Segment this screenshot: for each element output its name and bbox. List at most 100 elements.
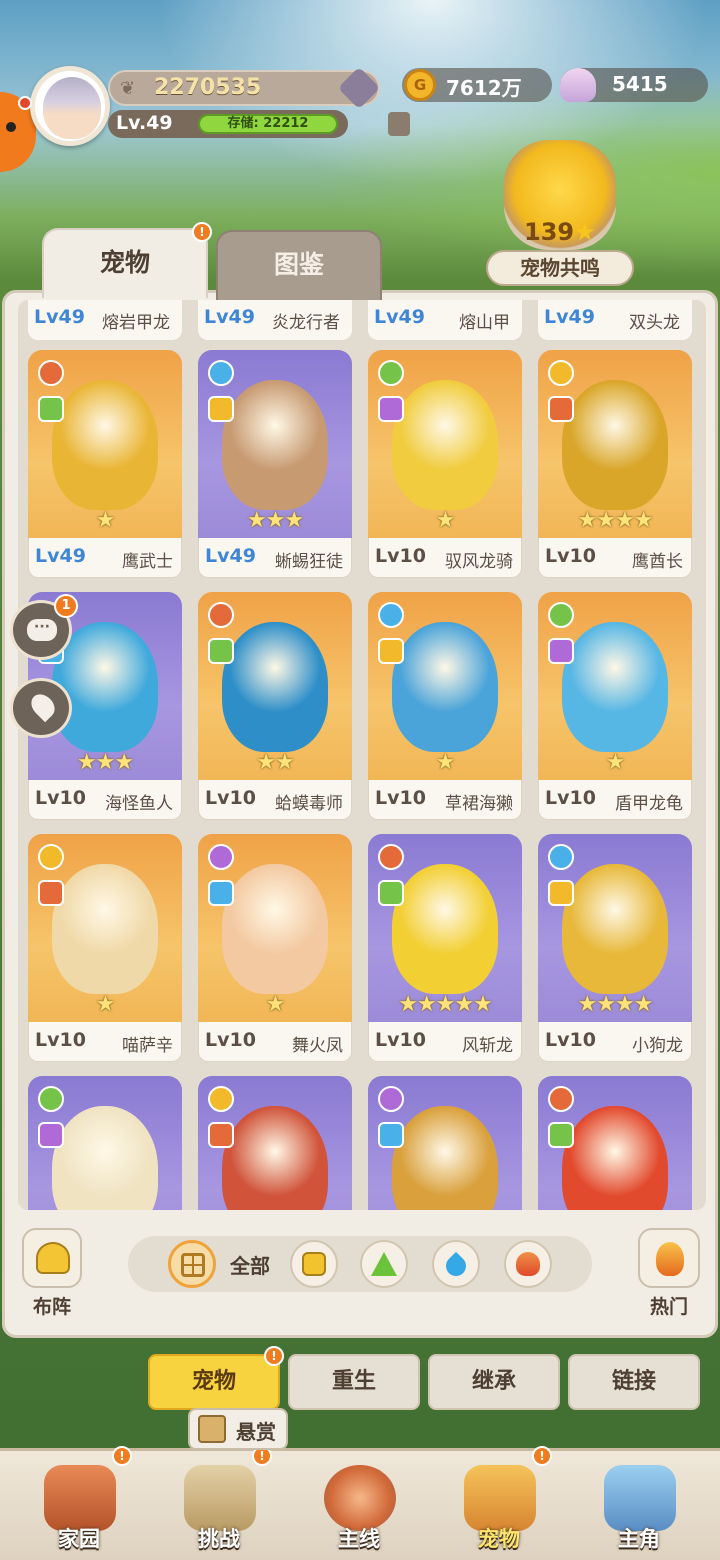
pet-portrait: ★★ [198, 592, 352, 780]
resonance-label: 宠物共鸣 [486, 250, 634, 286]
pet-figure [222, 622, 328, 752]
pet-level: Lv49 [205, 545, 256, 567]
pet-level: Lv10 [545, 1029, 596, 1051]
bounty-button[interactable]: 悬赏 [188, 1408, 288, 1450]
pet-level: Lv49 [204, 306, 255, 328]
star-rating: ★ [95, 992, 116, 1017]
pet-name: 舞火凤 [292, 1036, 343, 1056]
type-badge-icon [548, 880, 574, 906]
type-badge-icon [38, 1122, 64, 1148]
star-rating: ★ [605, 750, 626, 775]
pet-name: 盾甲龙龟 [615, 794, 683, 814]
tab-codex[interactable]: 图鉴 [216, 230, 382, 300]
nav-hero-label: 主角 [618, 1527, 660, 1551]
pet-level: Lv10 [375, 1029, 426, 1051]
pet-grid[interactable]: Lv49 熔岩甲龙 Lv49 炎龙行者 Lv49 熔山甲 Lv49 双头龙 ★ Lv49 鹰… [18, 300, 706, 1210]
pet-level: Lv49 [374, 306, 425, 328]
pet-card[interactable]: ★ Lv49 鹰武士 [28, 350, 182, 580]
pet-portrait: ★ [198, 834, 352, 1022]
element-badge-icon [548, 844, 574, 870]
pet-card[interactable]: ★ Lv10 草裙海獭 [368, 592, 522, 822]
nav-main-quest[interactable]: 主线 [304, 1459, 414, 1559]
pet-resonance-button[interactable]: 139★ 宠物共鸣 [486, 140, 634, 290]
nav-challenge[interactable]: 挑战 [164, 1459, 274, 1559]
pet-level: Lv10 [375, 545, 426, 567]
pet-figure [392, 864, 498, 994]
meat-icon [44, 1465, 116, 1531]
pet-card[interactable]: ★★★ Lv49 蜥蜴狂徒 [198, 350, 352, 580]
mirror-icon [604, 1465, 676, 1531]
nav-home[interactable]: 家园 [24, 1459, 134, 1559]
list-item[interactable]: Lv49 双头龙 [538, 300, 692, 340]
nav-hero[interactable]: 主角 [584, 1459, 694, 1559]
pet-level: Lv10 [205, 787, 256, 809]
fist-icon [302, 1252, 326, 1276]
pet-card[interactable]: ★★★★★ Lv10 风斩龙 [368, 834, 522, 1064]
avatar-notification-dot [18, 96, 32, 110]
lock-icon[interactable] [388, 112, 410, 136]
element-badge-icon [208, 602, 234, 628]
pet-card[interactable] [198, 1076, 352, 1210]
pet-card[interactable] [538, 1076, 692, 1210]
pet-card[interactable]: ★ Lv10 盾甲龙龟 [538, 592, 692, 822]
hot-label: 热门 [649, 1296, 688, 1318]
pet-card[interactable] [28, 1076, 182, 1210]
pet-portrait: ★★★★ [538, 834, 692, 1022]
pet-portrait [538, 1076, 692, 1210]
pet-name: 喵萨辛 [122, 1036, 173, 1056]
pet-card[interactable]: ★★★★ Lv10 鹰酋长 [538, 350, 692, 580]
element-badge-icon [38, 360, 64, 386]
element-badge-icon [38, 844, 64, 870]
nav-pets[interactable]: 宠物 [444, 1459, 554, 1559]
leaf-mountain-icon [371, 1252, 397, 1276]
filter-fire-button[interactable] [504, 1240, 552, 1288]
type-badge-icon [208, 880, 234, 906]
pet-figure [52, 1106, 158, 1210]
resonance-count-number: 139 [524, 218, 575, 246]
tab-pets[interactable]: 宠物 [42, 228, 208, 298]
flame-icon [656, 1242, 684, 1276]
element-badge-icon [548, 360, 574, 386]
list-item[interactable]: Lv49 熔岩甲龙 [28, 300, 182, 340]
star-rating: ★★ [256, 750, 294, 775]
pet-card[interactable]: ★★★★ Lv10 小狗龙 [538, 834, 692, 1064]
pet-portrait: ★★★★ [538, 350, 692, 538]
coin-counter[interactable]: G 7612万 [402, 68, 552, 102]
pet-card[interactable]: ★ Lv10 舞火凤 [198, 834, 352, 1064]
filter-all-button[interactable] [168, 1240, 216, 1288]
list-item[interactable]: Lv49 熔山甲 [368, 300, 522, 340]
list-item[interactable]: Lv49 炎龙行者 [198, 300, 352, 340]
subtab-inherit[interactable]: 继承 [428, 1354, 560, 1410]
nav-home-alert-badge: ! [112, 1446, 132, 1466]
shell-counter[interactable]: 5415 [560, 68, 708, 102]
pet-card-footer: Lv10 鹰酋长 [538, 538, 692, 578]
pet-name: 熔山甲 [459, 313, 510, 333]
subtab-rebirth[interactable]: 重生 [288, 1354, 420, 1410]
pet-card[interactable] [368, 1076, 522, 1210]
subtab-pets[interactable]: 宠物 [148, 1354, 280, 1410]
hot-button[interactable] [638, 1228, 700, 1288]
grid-icon [181, 1253, 205, 1277]
element-badge-icon [548, 602, 574, 628]
pet-figure [562, 1106, 668, 1210]
element-badge-icon [38, 1086, 64, 1112]
lineup-button[interactable] [22, 1228, 82, 1288]
filter-grass-button[interactable] [360, 1240, 408, 1288]
pet-name: 炎龙行者 [272, 313, 340, 333]
fire-icon [516, 1252, 540, 1276]
location-button[interactable] [10, 678, 72, 738]
pet-card[interactable]: ★ Lv10 驭风龙骑 [368, 350, 522, 580]
pet-name: 蜥蜴狂徒 [275, 552, 343, 572]
coin-value: 7612万 [446, 76, 522, 100]
team-icon [36, 1242, 70, 1274]
element-badge-icon [208, 1086, 234, 1112]
shell-icon [560, 68, 596, 102]
filter-earth-button[interactable] [290, 1240, 338, 1288]
pet-figure [562, 864, 668, 994]
pet-card-footer: Lv10 蛤蟆毒师 [198, 780, 352, 820]
pet-card[interactable]: ★ Lv10 喵萨辛 [28, 834, 182, 1064]
player-avatar[interactable] [30, 66, 110, 146]
subtab-link[interactable]: 链接 [568, 1354, 700, 1410]
pet-card[interactable]: ★★ Lv10 蛤蟆毒师 [198, 592, 352, 822]
filter-water-button[interactable] [432, 1240, 480, 1288]
